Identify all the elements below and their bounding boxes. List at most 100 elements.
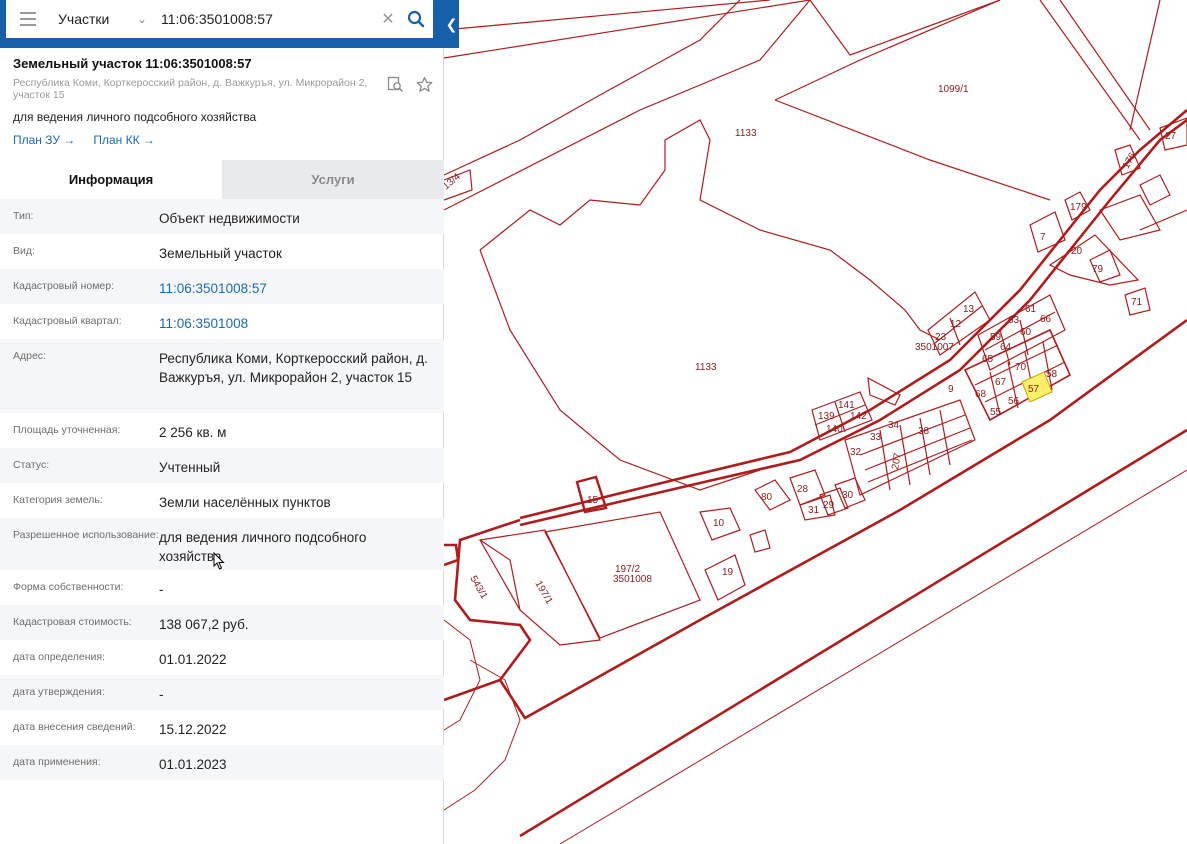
map-label: 33 <box>870 432 882 443</box>
property-value: 2 256 кв. м <box>159 425 227 440</box>
map-label: 142 <box>850 411 867 422</box>
cadastral-quarter-link[interactable]: 11:06:3501008 <box>159 304 431 339</box>
property-value: Объект недвижимости <box>159 211 300 226</box>
plan-links: План ЗУ → План КК → <box>13 133 433 147</box>
search-bar: Участки ⌄ ✕ ❮ <box>0 0 459 48</box>
property-row: дата применения: 01.01.2023 <box>0 745 444 780</box>
map-label: 55 <box>990 407 1002 418</box>
property-row: Кадастровый номер: 11:06:3501008:57 <box>0 269 444 304</box>
map-label: 67 <box>995 377 1007 388</box>
property-label: Кадастровый номер: <box>13 280 115 292</box>
map-label: 57 <box>1028 384 1040 395</box>
page-title: Земельный участок 11:06:3501008:57 <box>13 56 252 71</box>
property-row: Кадастровый квартал: 11:06:3501008 <box>0 304 444 339</box>
map-label: 15 <box>587 495 599 506</box>
object-type-select[interactable]: Участки ⌄ <box>50 0 155 38</box>
object-info-panel: Участки ⌄ ✕ ❮ Земельный участок 11:06:35… <box>0 0 459 844</box>
property-label: Категория земель: <box>13 494 103 506</box>
property-value: Земли населённых пунктов <box>159 495 331 510</box>
map-label: 63 <box>1008 315 1020 326</box>
map-label: 1133 <box>695 362 717 373</box>
property-label: дата применения: <box>13 756 101 768</box>
property-row: дата определения: 01.01.2022 <box>0 640 444 675</box>
map-label: 80 <box>761 492 773 503</box>
map-label: 38 <box>918 426 930 437</box>
property-label: Адрес: <box>13 350 46 362</box>
cadastral-number-link[interactable]: 11:06:3501008:57 <box>159 269 431 304</box>
parcel-boundaries <box>443 0 1187 844</box>
map-label: 3501007 <box>915 342 954 353</box>
map-label: 10 <box>713 518 725 529</box>
property-row: дата внесения сведений: 15.12.2022 <box>0 710 444 745</box>
search-icon[interactable] <box>399 10 433 28</box>
map-label: 28 <box>797 484 809 495</box>
map-label: 31 <box>808 505 820 516</box>
map-label: 60 <box>1020 327 1032 338</box>
property-label: дата внесения сведений: <box>13 721 136 733</box>
search-box: Участки ⌄ ✕ <box>6 0 433 38</box>
map-label: 61 <box>1025 304 1037 315</box>
map-label: 23 <box>935 332 947 343</box>
info-tabs: Информация Услуги <box>0 160 444 199</box>
map-label: 32 <box>850 447 862 458</box>
property-label: Кадастровая стоимость: <box>13 616 132 628</box>
mouse-cursor-icon <box>213 551 225 575</box>
map-label: 79 <box>1092 264 1104 275</box>
chevron-down-icon: ⌄ <box>136 12 147 26</box>
property-label: Кадастровый квартал: <box>13 315 122 327</box>
map-label: 7 <box>1040 232 1046 243</box>
map-label: 179 <box>1070 202 1087 213</box>
menu-icon[interactable] <box>6 12 50 26</box>
property-value: Республика Коми, Корткеросский район, д.… <box>159 351 428 385</box>
map-label: 65 <box>982 354 994 365</box>
close-icon[interactable]: ✕ <box>377 9 399 29</box>
map-label: 1133 <box>735 128 757 139</box>
plan-kk-link[interactable]: План КК → <box>93 133 155 147</box>
map-label: 27 <box>1165 131 1177 142</box>
property-label: Площадь уточненная: <box>13 424 121 436</box>
property-row: Форма собственности: - <box>0 570 444 605</box>
property-row: Категория земель: Земли населённых пункт… <box>0 483 444 518</box>
map-labels: 1099/1 1133 1133 3501007 197/2 3501008 5… <box>441 84 1177 607</box>
property-row: Кадастровая стоимость: 138 067,2 руб. <box>0 605 444 640</box>
object-header: Земельный участок 11:06:3501008:57 Респу… <box>13 56 433 147</box>
star-icon[interactable] <box>416 76 433 98</box>
collapse-panel-chevron-icon[interactable]: ❮ <box>444 0 459 48</box>
object-purpose: для ведения личного подсобного хозяйства <box>13 110 257 124</box>
plan-zu-link[interactable]: План ЗУ → <box>13 133 75 147</box>
object-address: Республика Коми, Корткеросский район, д.… <box>13 77 368 101</box>
property-label: Тип: <box>13 210 34 222</box>
property-value: 01.01.2022 <box>159 652 227 667</box>
property-value: для ведения личного подсобного хозяйства <box>159 530 367 564</box>
map-label: 19 <box>722 567 734 578</box>
property-row: Площадь уточненная: 2 256 кв. м <box>0 413 444 448</box>
tab-services[interactable]: Услуги <box>222 160 444 199</box>
object-type-label: Участки <box>58 11 110 27</box>
header-actions <box>387 76 433 98</box>
map-label: 12 <box>950 319 962 330</box>
map-label: 20 <box>1071 246 1083 257</box>
property-label: дата утверждения: <box>13 686 105 698</box>
map-label: 140 <box>826 424 843 435</box>
zoom-to-object-icon[interactable] <box>387 76 404 98</box>
property-label: дата определения: <box>13 651 106 663</box>
map-label: 30 <box>842 490 854 501</box>
property-value: 138 067,2 руб. <box>159 617 249 632</box>
search-input[interactable] <box>155 0 377 38</box>
map-label: 29 <box>823 500 835 511</box>
property-value: Учтенный <box>159 460 221 475</box>
properties-table: Тип: Объект недвижимости Вид: Земельный … <box>0 199 444 780</box>
map-label: 71 <box>1131 297 1143 308</box>
property-label: Статус: <box>13 459 50 471</box>
map-label: 13 <box>963 304 975 315</box>
tab-information[interactable]: Информация <box>0 160 222 199</box>
map-label: 197/1 <box>532 579 554 607</box>
map-label: 9 <box>948 384 954 395</box>
property-value: Земельный участок <box>159 246 282 261</box>
map-label: 139 <box>818 411 835 422</box>
map-label: 70 <box>1015 362 1027 373</box>
property-row: Тип: Объект недвижимости <box>0 199 444 234</box>
property-value: 01.01.2023 <box>159 757 227 772</box>
map-label: 1099/1 <box>938 84 969 95</box>
map-label: 56 <box>1008 396 1020 407</box>
